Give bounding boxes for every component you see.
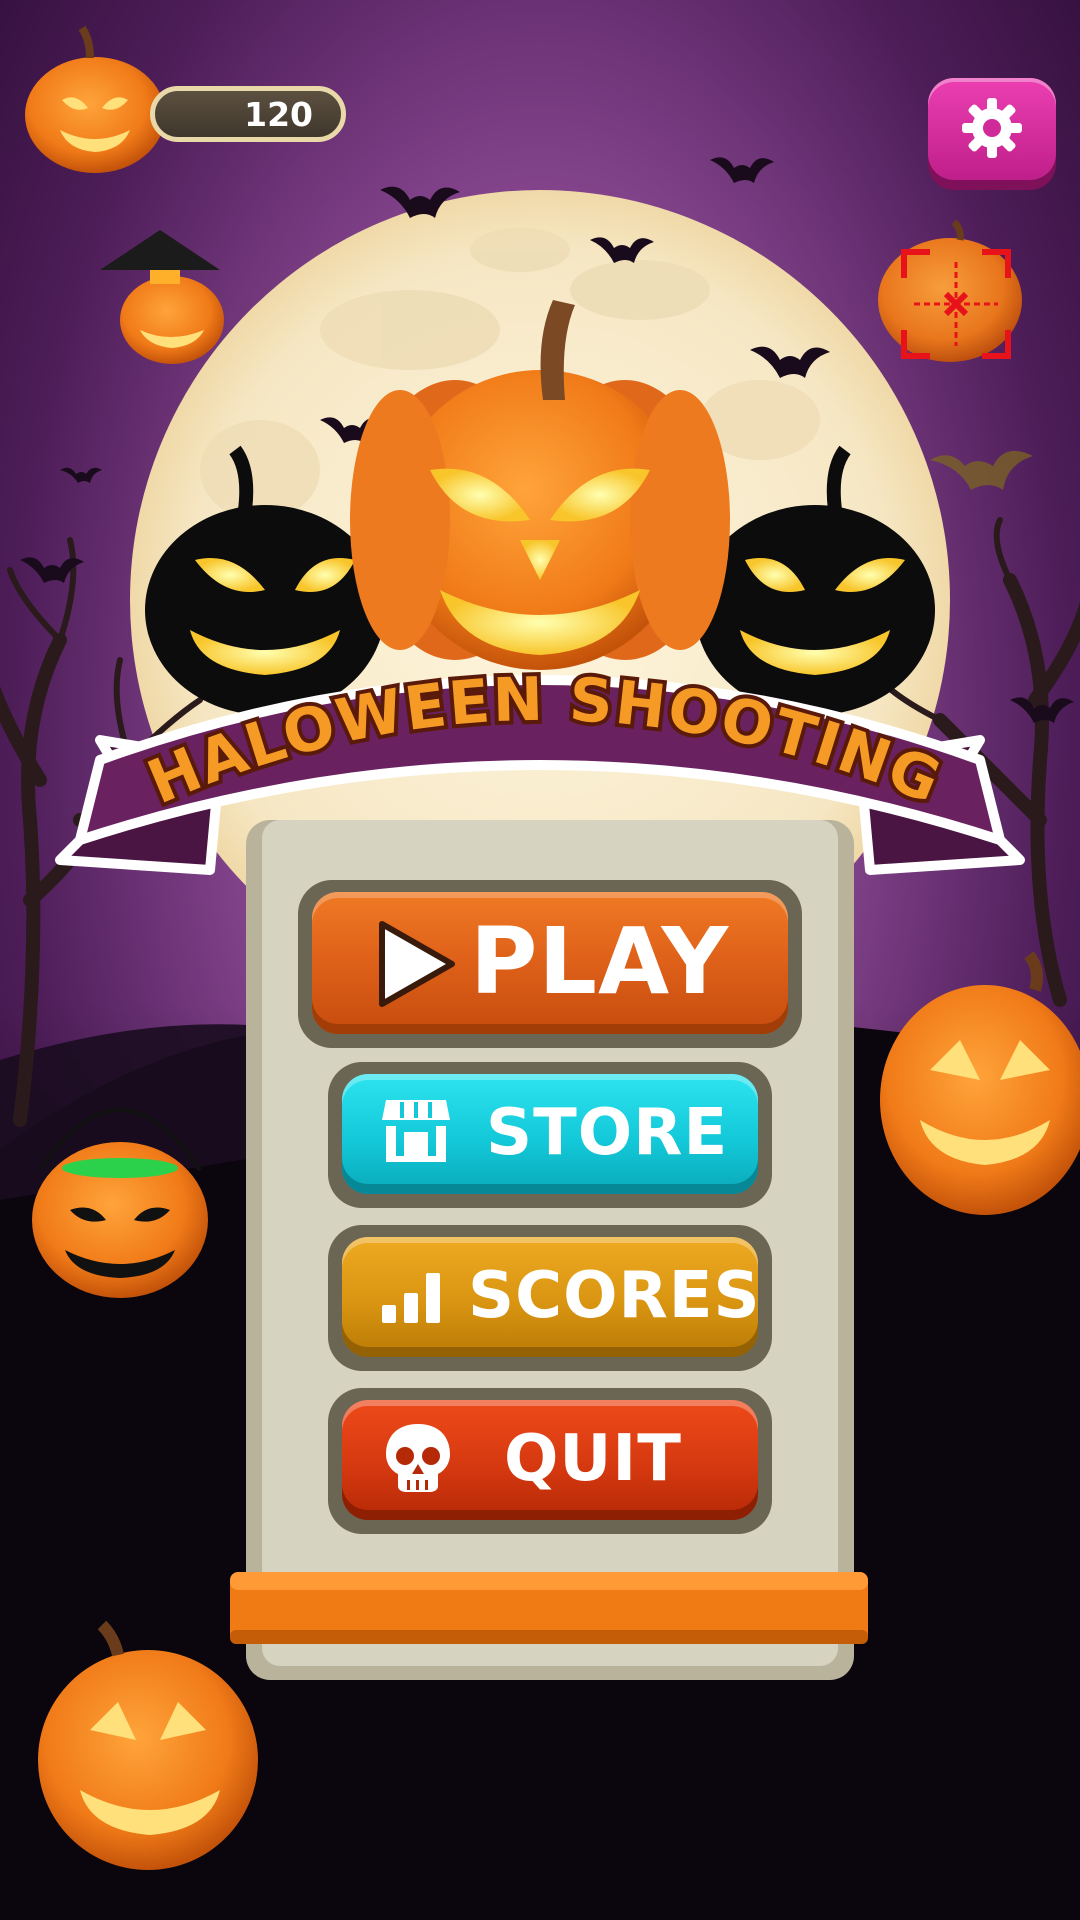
skull-icon bbox=[386, 1424, 450, 1492]
score-value: 120 bbox=[244, 95, 313, 134]
shop-icon bbox=[382, 1100, 450, 1162]
gear-icon bbox=[962, 98, 1022, 158]
scores-label: SCORES bbox=[468, 1259, 761, 1333]
pumpkin-icon bbox=[24, 40, 166, 170]
bar-chart-icon bbox=[382, 1273, 440, 1323]
settings-button[interactable] bbox=[928, 78, 1056, 180]
play-icon bbox=[379, 921, 455, 1007]
play-label: PLAY bbox=[470, 908, 730, 1015]
store-label: STORE bbox=[486, 1096, 729, 1170]
quit-button[interactable]: QUIT bbox=[328, 1388, 772, 1534]
play-button[interactable]: PLAY bbox=[298, 880, 802, 1048]
quit-label: QUIT bbox=[504, 1422, 682, 1496]
scores-button[interactable]: SCORES bbox=[328, 1225, 772, 1371]
store-button[interactable]: STORE bbox=[328, 1062, 772, 1208]
game-menu-screen: HALOWEEN SHOOTING HALOWEEN SHOOTING 120 bbox=[0, 0, 1080, 1920]
crosshair-target-icon bbox=[901, 249, 1011, 359]
score-counter: 120 bbox=[150, 86, 346, 142]
